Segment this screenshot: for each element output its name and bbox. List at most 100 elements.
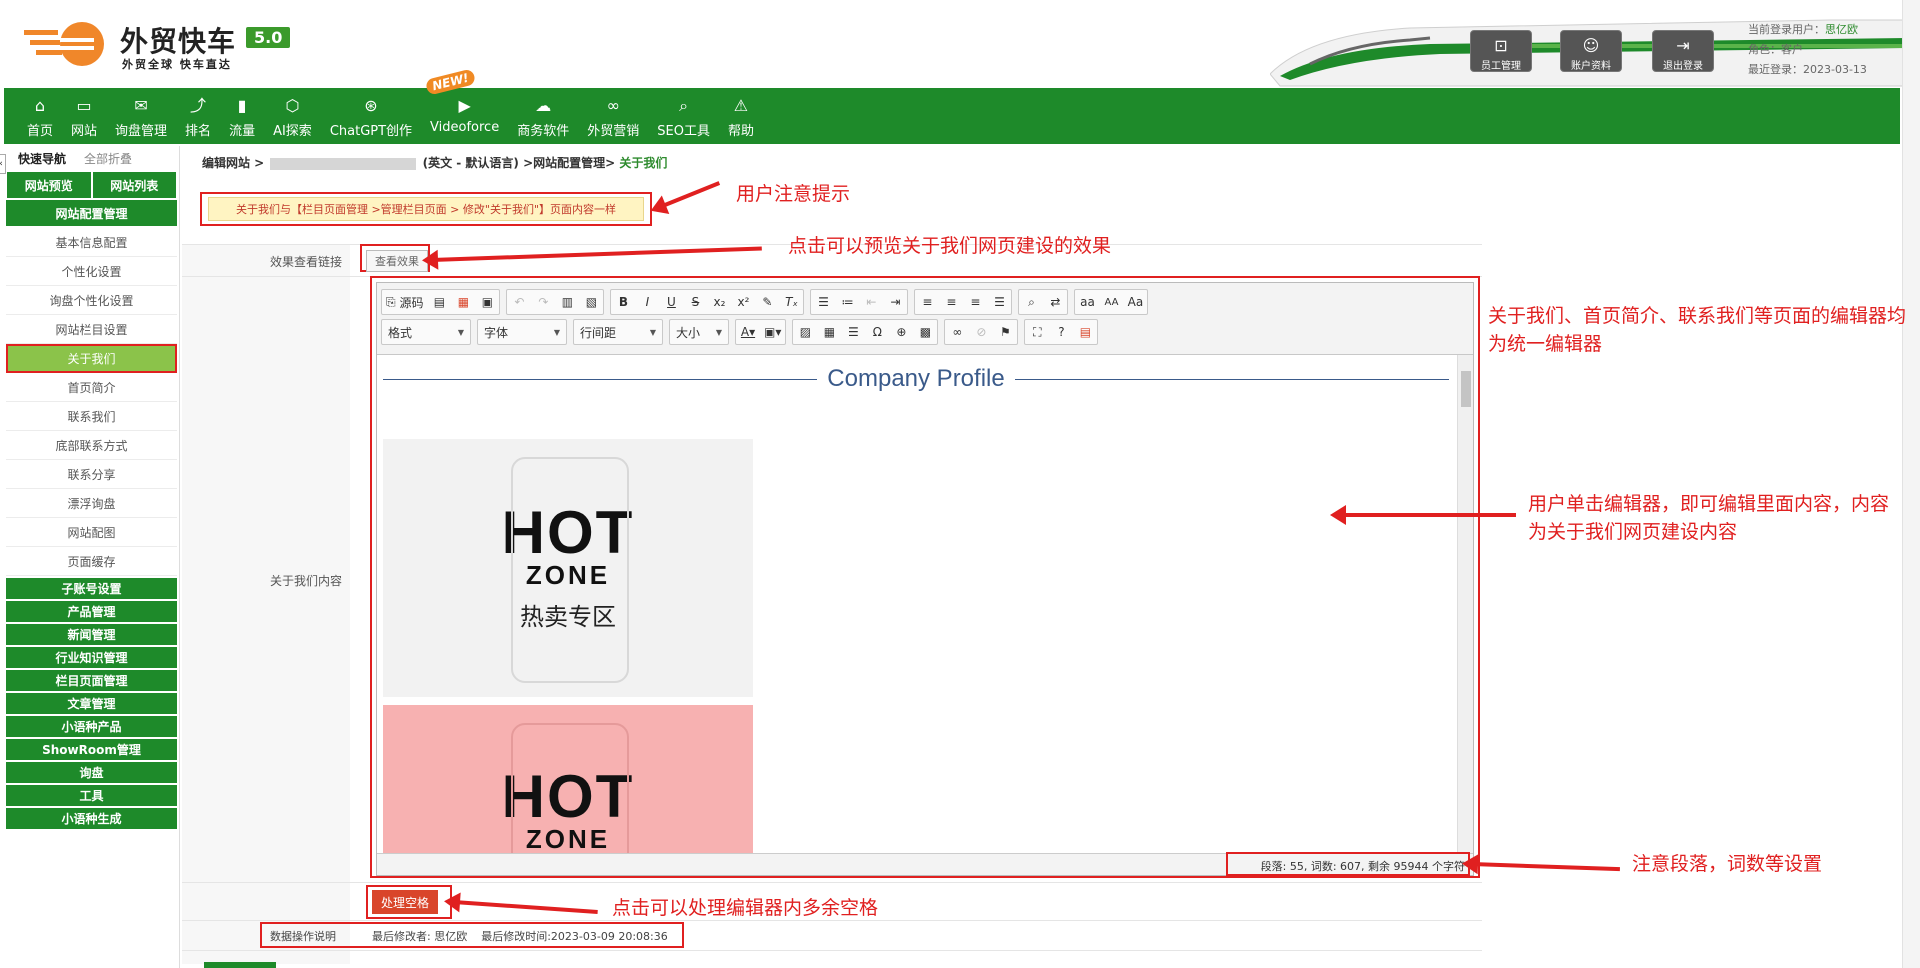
nav-item-2[interactable]: ✉ 询盘管理 (106, 88, 176, 144)
sidebar-section-8[interactable]: 询盘 (6, 762, 177, 783)
bold-icon[interactable]: B (611, 290, 635, 314)
annotation-preview: 点击可以预览关于我们网页建设的效果 (788, 235, 1112, 257)
clear-format-icon[interactable]: Tₓ (779, 290, 803, 314)
ordered-list-icon[interactable]: ☰ (811, 290, 835, 314)
rich-text-editor[interactable]: ⎘ 源码 ▤ ▦ ▣ ↶ ↷ ▥ ▧ B I U S x₂ x² ✎ Tₓ ☰ … (376, 282, 1474, 876)
uppercase-icon[interactable]: AA (1099, 290, 1123, 314)
sidebar-item-10[interactable]: 网站配图 (6, 518, 177, 547)
nav-item-9[interactable]: ∞ 外贸营销 (578, 88, 648, 144)
preview-icon[interactable]: ▤ (1073, 320, 1097, 344)
nav-item-7[interactable]: ▶ Videoforce (421, 88, 508, 144)
page-scrollbar[interactable] (1902, 0, 1920, 968)
sidebar-item-3[interactable]: 网站栏目设置 (6, 315, 177, 344)
align-center-icon[interactable]: ≡ (939, 290, 963, 314)
sidebar-section-7[interactable]: ShowRoom管理 (6, 739, 177, 760)
nav-item-0[interactable]: ⌂ 首页 (18, 88, 62, 144)
tab-collapse-all[interactable]: 全部折叠 (84, 150, 132, 167)
sidebar-item-9[interactable]: 漂浮询盘 (6, 489, 177, 518)
image-icon[interactable]: ▨ (793, 320, 817, 344)
strike-icon[interactable]: S (683, 290, 707, 314)
special-char-icon[interactable]: Ω (865, 320, 889, 344)
editor-content[interactable]: Company Profile HOT ZONE 热卖专区 HOT ZONE (377, 355, 1457, 855)
bottom-tab[interactable] (204, 962, 276, 968)
align-left-icon[interactable]: ≡ (915, 290, 939, 314)
sidebar-item-7[interactable]: 底部联系方式 (6, 431, 177, 460)
justify-icon[interactable]: ☰ (987, 290, 1011, 314)
line-height-select[interactable]: 行间距 ▼ (573, 319, 663, 345)
capitalize-icon[interactable]: Aa (1123, 290, 1147, 314)
link-icon[interactable]: ∞ (945, 320, 969, 344)
sidebar-item-1[interactable]: 个性化设置 (6, 257, 177, 286)
sidebar-section-3[interactable]: 行业知识管理 (6, 647, 177, 668)
replace-icon[interactable]: ⇄ (1043, 290, 1067, 314)
view-effect-button[interactable]: 查看效果 (366, 250, 428, 272)
insert-image-icon[interactable]: ▩ (913, 320, 937, 344)
account-info-button[interactable]: ☺ 账户资料 (1560, 30, 1622, 72)
horizontal-rule-icon[interactable]: ☰ (841, 320, 865, 344)
font-select[interactable]: 字体 ▼ (477, 319, 567, 345)
sidebar-section-0[interactable]: 子账号设置 (6, 578, 177, 599)
format-select[interactable]: 格式 ▼ (381, 319, 471, 345)
trim-spaces-button[interactable]: 处理空格 (372, 890, 438, 914)
nav-item-1[interactable]: ▭ 网站 (62, 88, 106, 144)
sidebar-item-11[interactable]: 页面缓存 (6, 547, 177, 576)
sidebar-item-0[interactable]: 基本信息配置 (6, 228, 177, 257)
italic-icon[interactable]: I (635, 290, 659, 314)
nav-item-8[interactable]: ☁ 商务软件 (508, 88, 578, 144)
indent-icon[interactable]: ⇥ (883, 290, 907, 314)
redo-icon[interactable]: ↷ (531, 290, 555, 314)
sidebar-section-9[interactable]: 工具 (6, 785, 177, 806)
align-right-icon[interactable]: ≡ (963, 290, 987, 314)
nav-item-4[interactable]: ▮ 流量 (220, 88, 264, 144)
sidebar-item-5[interactable]: 首页简介 (6, 373, 177, 402)
sidebar-collapse-toggle[interactable]: ‹ (0, 154, 6, 174)
logout-button[interactable]: ⇥ 退出登录 (1652, 30, 1714, 72)
help-icon[interactable]: ? (1049, 320, 1073, 344)
underline-icon[interactable]: U (659, 290, 683, 314)
sidebar-section-2[interactable]: 新闻管理 (6, 624, 177, 645)
table-icon[interactable]: ▦ (817, 320, 841, 344)
lowercase-icon[interactable]: aa (1075, 290, 1099, 314)
text-color-icon[interactable]: A▾ (736, 320, 760, 344)
nav-item-10[interactable]: ⌕ SEO工具 (648, 88, 719, 144)
paste-word-icon[interactable]: ▧ (579, 290, 603, 314)
sidebar-section-site-config[interactable]: 网站配置管理 (6, 200, 177, 226)
nav-item-3[interactable]: ⤴ 排名 (176, 88, 220, 144)
scroll-thumb[interactable] (1461, 371, 1471, 407)
nav-item-6[interactable]: ⊛ ChatGPT创作 (321, 88, 421, 144)
save-icon[interactable]: ▣ (475, 290, 499, 314)
nav-item-11[interactable]: ⚠ 帮助 (719, 88, 763, 144)
sidebar-item-6[interactable]: 联系我们 (6, 402, 177, 431)
document-icon[interactable]: ▤ (427, 290, 451, 314)
superscript-icon[interactable]: x² (731, 290, 755, 314)
sidebar-section-6[interactable]: 小语种产品 (6, 716, 177, 737)
outdent-icon[interactable]: ⇤ (859, 290, 883, 314)
sidebar-item-4[interactable]: 关于我们 (6, 344, 177, 373)
site-list-button[interactable]: 网站列表 (92, 172, 176, 198)
maximize-icon[interactable]: ⛶ (1025, 320, 1049, 344)
source-button[interactable]: ⎘ 源码 (382, 290, 427, 314)
paste-text-icon[interactable]: ▥ (555, 290, 579, 314)
editor-scrollbar[interactable] (1457, 355, 1473, 855)
find-icon[interactable]: ⌕ (1019, 290, 1043, 314)
iframe-icon[interactable]: ⊕ (889, 320, 913, 344)
subscript-icon[interactable]: x₂ (707, 290, 731, 314)
format-painter-icon[interactable]: ✎ (755, 290, 779, 314)
undo-icon[interactable]: ↶ (507, 290, 531, 314)
anchor-icon[interactable]: ⚑ (993, 320, 1017, 344)
bullet-list-icon[interactable]: ≔ (835, 290, 859, 314)
sidebar-item-2[interactable]: 询盘个性化设置 (6, 286, 177, 315)
sidebar-item-8[interactable]: 联系分享 (6, 460, 177, 489)
staff-management-button[interactable]: ⊡ 员工管理 (1470, 30, 1532, 72)
bg-color-icon[interactable]: ▣▾ (760, 320, 785, 344)
sidebar-section-1[interactable]: 产品管理 (6, 601, 177, 622)
sidebar-section-10[interactable]: 小语种生成 (6, 808, 177, 829)
site-preview-button[interactable]: 网站预览 (7, 172, 91, 198)
nav-item-5[interactable]: ⬡ AI探索 (264, 88, 321, 144)
sidebar-section-4[interactable]: 栏目页面管理 (6, 670, 177, 691)
template-icon[interactable]: ▦ (451, 290, 475, 314)
sidebar-section-5[interactable]: 文章管理 (6, 693, 177, 714)
tab-quick-nav[interactable]: 快速导航 (18, 150, 66, 167)
size-select[interactable]: 大小 ▼ (669, 319, 729, 345)
unlink-icon[interactable]: ⊘ (969, 320, 993, 344)
